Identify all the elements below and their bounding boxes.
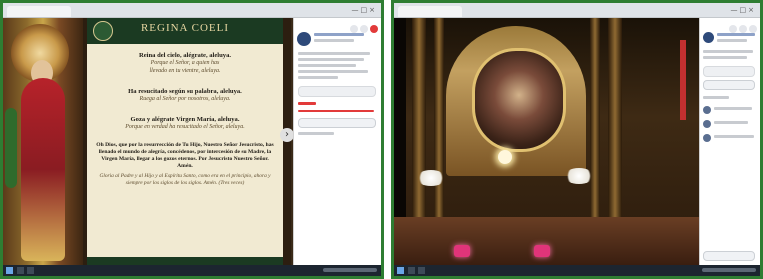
verse-2-bold: Ha resucitado según su palabra, aleluya. (128, 88, 242, 95)
taskview-icon[interactable] (418, 267, 425, 274)
altar-table (394, 217, 700, 265)
page-title: REGINA COELI (140, 22, 230, 34)
altar-column (434, 18, 444, 235)
progress-line (298, 110, 374, 112)
next-button[interactable]: › (280, 128, 294, 142)
page-avatar[interactable] (297, 32, 311, 46)
candle (534, 245, 550, 257)
verse-1-italic: Porque el Señor, a quien has llevado en … (149, 60, 221, 74)
taskbar (394, 265, 760, 276)
window-controls[interactable]: —□× (731, 6, 756, 14)
browser-tab[interactable] (398, 6, 462, 17)
comment-meta-line (298, 132, 334, 135)
browser-tab-bar: —□× (394, 3, 760, 18)
white-flowers (416, 170, 446, 186)
messenger-icon[interactable] (739, 25, 747, 33)
post-text-line (298, 64, 356, 67)
comment-line (714, 135, 754, 138)
comment-line (714, 121, 748, 124)
red-cross (680, 40, 686, 120)
verse-2: Ha resucitado según su palabra, aleluya.… (95, 88, 275, 104)
verse-2-italic: Ruega al Señor por nosotros, aleluya. (139, 96, 231, 102)
commenter-avatar[interactable] (703, 134, 711, 142)
comments-heading-line (703, 96, 729, 99)
browser-tab-bar: —□× (3, 3, 381, 18)
white-flowers (564, 168, 594, 184)
menu-icon[interactable] (729, 25, 737, 33)
comment-input[interactable] (298, 118, 376, 128)
prayer-card-footer (87, 257, 283, 265)
verse-1: Reina del cielo, alégrate, aleluya. Porq… (95, 52, 275, 75)
comment-line (714, 107, 752, 110)
altar-column (608, 18, 622, 235)
right-screenshot: —□× (391, 0, 763, 279)
altar-column (412, 18, 426, 235)
green-drape (5, 108, 17, 188)
candle (454, 245, 470, 257)
page-avatar[interactable] (703, 32, 714, 43)
taskbar (3, 265, 381, 276)
window-controls[interactable]: —□× (352, 6, 377, 14)
start-icon[interactable] (397, 267, 404, 274)
reaction-bar[interactable] (298, 86, 376, 97)
video-player[interactable]: REGINA COELI Reina del cielo, alégrate, … (3, 18, 291, 265)
start-icon[interactable] (6, 267, 13, 274)
page-name-line[interactable] (314, 33, 364, 36)
commenter-avatar[interactable] (703, 106, 711, 114)
commenter-avatar[interactable] (703, 120, 711, 128)
virgin-statue-image (3, 18, 83, 265)
search-icon[interactable] (17, 267, 24, 274)
live-chat-panel (699, 18, 760, 265)
search-icon[interactable] (408, 267, 415, 274)
verse-4-bold: Oh Dios, que por la resurrección de Tu H… (96, 142, 274, 169)
left-screenshot: —□× REGINA COELI Reina del cielo, alégra… (0, 0, 384, 279)
verse-3-italic: Porque en verdad ha resucitado el Señor,… (125, 124, 245, 130)
notifications-icon[interactable] (370, 25, 378, 33)
video-player[interactable] (394, 18, 700, 265)
verse-4-italic: Gloria al Padre y al Hijo y al Espíritu … (99, 173, 271, 186)
post-text-line (298, 76, 338, 79)
live-chat-panel (293, 18, 381, 265)
post-text-line (298, 52, 370, 55)
system-tray[interactable] (323, 268, 377, 272)
post-text-line (703, 56, 747, 59)
post-text-line (298, 70, 368, 73)
page-name-line[interactable] (717, 33, 755, 36)
verse-3-bold: Goza y alégrate Virgen María, aleluya. (130, 116, 240, 123)
chevron-right-icon: › (285, 129, 289, 140)
write-comment-input[interactable] (703, 251, 755, 261)
system-tray[interactable] (702, 268, 756, 272)
messenger-icon[interactable] (360, 25, 368, 33)
reaction-bar[interactable] (703, 66, 755, 77)
live-badge (298, 102, 316, 105)
notifications-icon[interactable] (749, 25, 757, 33)
post-meta-line (717, 39, 747, 42)
monstrance-icon (498, 150, 512, 164)
comment-input[interactable] (703, 80, 755, 90)
verse-1-bold: Reina del cielo, alégrate, aleluya. (138, 52, 232, 59)
statue-robe (21, 78, 65, 261)
taskview-icon[interactable] (27, 267, 34, 274)
browser-tab[interactable] (7, 6, 71, 17)
menu-icon[interactable] (350, 25, 358, 33)
post-text-line (298, 58, 364, 61)
verse-4: Oh Dios, que por la resurrección de Tu H… (95, 142, 275, 187)
altar-column (590, 18, 600, 235)
religious-painting (472, 48, 566, 152)
post-text-line (703, 50, 753, 53)
verse-3: Goza y alégrate Virgen María, aleluya. P… (95, 116, 275, 132)
post-meta-line (314, 39, 354, 42)
